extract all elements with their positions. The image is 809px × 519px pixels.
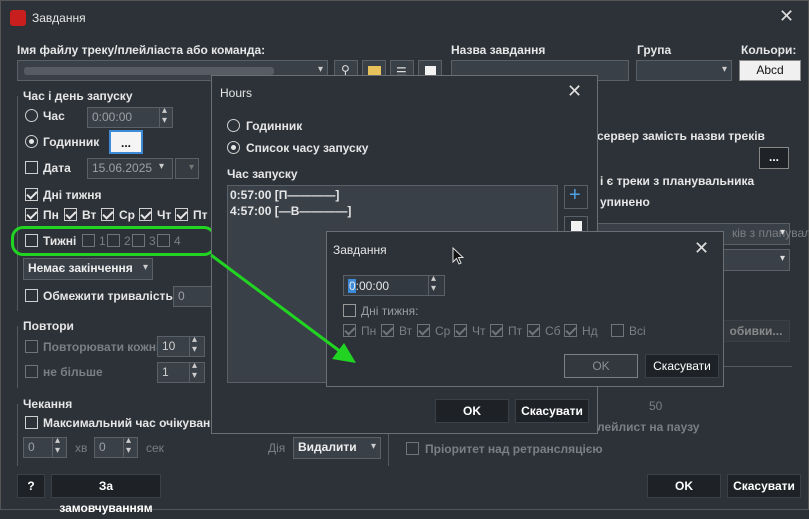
- annotation-arrow: [210, 253, 356, 363]
